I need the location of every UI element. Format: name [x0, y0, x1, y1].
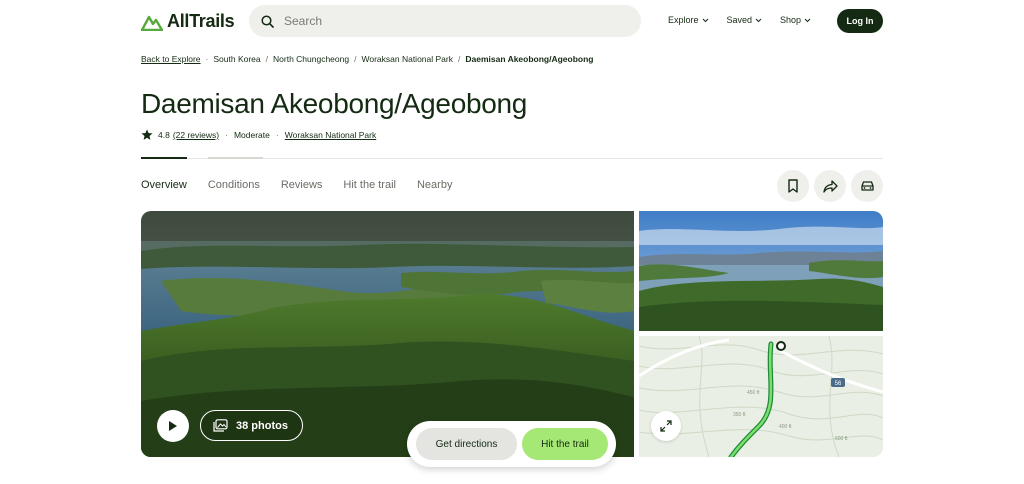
car-icon [860, 181, 874, 191]
tab-hover-indicator [208, 157, 263, 159]
top-header: AllTrails Explore Saved Shop Log In [0, 0, 1024, 42]
park-link[interactable]: Woraksan National Park [285, 130, 377, 140]
contour-label: 450 ft [747, 390, 760, 396]
nav-explore-label: Explore [668, 15, 699, 25]
chevron-down-icon [755, 18, 762, 22]
route-badge: 56 [835, 381, 842, 387]
reviews-link[interactable]: (22 reviews) [173, 130, 219, 140]
contour-label: 350 ft [733, 412, 746, 418]
rating-value: 4.8 [158, 130, 170, 140]
trail-meta: 4.8 (22 reviews) · Moderate · Woraksan N… [141, 129, 376, 141]
gallery-icon [213, 419, 228, 432]
breadcrumb-separator: / [457, 54, 461, 64]
breadcrumb-country[interactable]: South Korea [213, 54, 260, 64]
main-nav: Explore Saved Shop [668, 15, 811, 25]
search-bar[interactable] [249, 5, 641, 37]
photos-count-label: 38 photos [236, 419, 288, 432]
breadcrumb-region[interactable]: North Chungcheong [273, 54, 349, 64]
contour-label: 400 ft [779, 424, 792, 430]
tab-conditions[interactable]: Conditions [208, 179, 260, 191]
chevron-down-icon [804, 18, 811, 22]
breadcrumb-separator: / [354, 54, 357, 64]
expand-map-button[interactable] [651, 411, 681, 441]
active-tab-indicator [141, 157, 187, 159]
nav-saved[interactable]: Saved [727, 15, 763, 25]
save-button[interactable] [777, 170, 809, 202]
nav-shop[interactable]: Shop [780, 15, 811, 25]
play-video-button[interactable] [157, 410, 189, 442]
chevron-down-icon [702, 18, 708, 22]
search-icon [261, 14, 274, 28]
tab-nearby[interactable]: Nearby [417, 179, 452, 191]
tab-hit-the-trail[interactable]: Hit the trail [343, 179, 396, 191]
trail-map-thumbnail[interactable]: 56 450 ft 600 ft 350 ft 400 ft [639, 336, 883, 457]
get-directions-button[interactable]: Get directions [416, 428, 517, 460]
play-icon [169, 421, 177, 431]
tab-reviews[interactable]: Reviews [281, 179, 323, 191]
topo-map-image: 56 450 ft 600 ft 350 ft 400 ft [639, 336, 883, 457]
nav-saved-label: Saved [726, 15, 753, 25]
lake-view-image [639, 211, 883, 331]
view-photos-button[interactable]: 38 photos [200, 410, 303, 441]
share-button[interactable] [814, 170, 846, 202]
breadcrumb: Back to Explore · South Korea / North Ch… [141, 54, 594, 64]
share-icon [822, 179, 838, 193]
secondary-trail-photo[interactable] [639, 211, 883, 331]
search-input[interactable] [284, 14, 614, 28]
breadcrumb-separator: / [265, 54, 269, 64]
section-tabs: Overview Conditions Reviews Hit the trai… [141, 179, 452, 191]
alltrails-logo[interactable]: AllTrails [141, 11, 235, 32]
page-title: Daemisan Akeobong/Ageobong [141, 88, 528, 119]
tab-overview[interactable]: Overview [141, 179, 187, 191]
bookmark-icon [788, 179, 798, 193]
hit-the-trail-button[interactable]: Hit the trail [522, 428, 608, 460]
difficulty-label: Moderate [233, 130, 270, 140]
mountain-logo-icon [141, 15, 163, 31]
breadcrumb-park[interactable]: Woraksan National Park [361, 54, 453, 64]
breadcrumb-divider: · [205, 54, 209, 64]
back-to-explore-link[interactable]: Back to Explore [141, 54, 201, 64]
brand-name: AllTrails [167, 11, 235, 31]
contour-label: 600 ft [835, 436, 848, 442]
meta-divider: · [225, 130, 228, 140]
login-button[interactable]: Log In [837, 9, 883, 33]
meta-divider: · [275, 130, 279, 140]
nav-explore[interactable]: Explore [668, 15, 709, 25]
breadcrumb-current: Daemisan Akeobong/Ageobong [465, 54, 594, 64]
nav-shop-label: Shop [780, 15, 802, 25]
star-icon [141, 129, 153, 140]
expand-icon [660, 420, 672, 432]
drive-button[interactable] [851, 170, 883, 202]
